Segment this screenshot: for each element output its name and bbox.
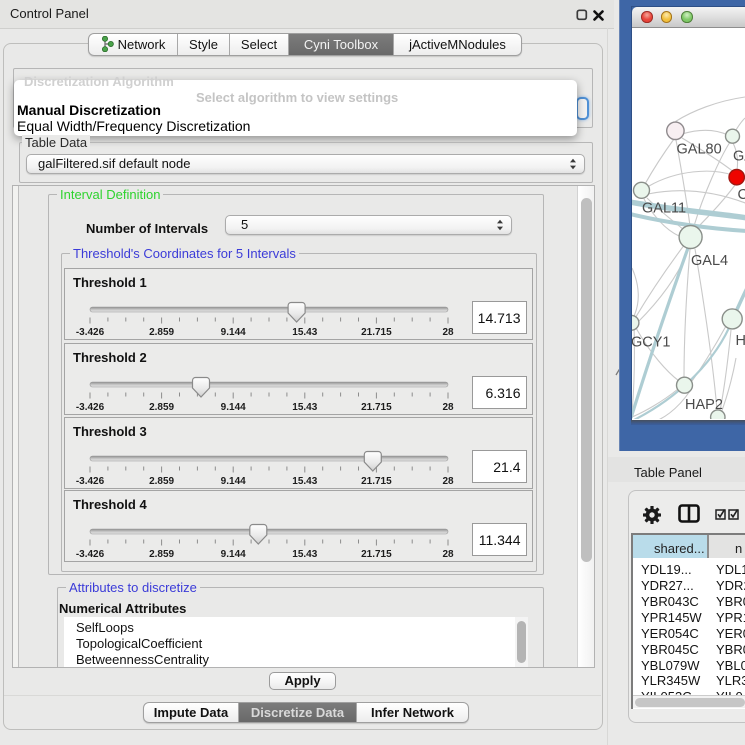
svg-text:15.43: 15.43 [292,549,317,560]
svg-text:C: C [738,187,745,203]
svg-text:21.715: 21.715 [361,549,392,560]
svg-text:21.715: 21.715 [361,327,392,338]
svg-text:21.715: 21.715 [361,476,392,487]
svg-text:H: H [736,333,745,349]
svg-text:GAL4: GAL4 [691,253,728,269]
svg-text:GAL11: GAL11 [642,201,686,217]
svg-text:GAL80: GAL80 [677,142,722,158]
svg-text:-3.426: -3.426 [76,476,105,487]
svg-text:HAP2: HAP2 [685,397,723,413]
svg-text:2.859: 2.859 [149,476,174,487]
svg-text:28: 28 [442,476,454,487]
svg-text:2.859: 2.859 [149,402,174,413]
svg-text:GCY1: GCY1 [632,335,671,351]
svg-text:15.43: 15.43 [292,476,317,487]
svg-text:15.43: 15.43 [292,327,317,338]
svg-text:28: 28 [442,327,454,338]
svg-text:2.859: 2.859 [149,549,174,560]
svg-text:-3.426: -3.426 [76,327,105,338]
svg-text:-3.426: -3.426 [76,549,105,560]
svg-text:9.144: 9.144 [221,549,246,560]
svg-text:9.144: 9.144 [221,402,246,413]
svg-text:9.144: 9.144 [221,327,246,338]
svg-text:GA: GA [733,149,745,165]
svg-text:9.144: 9.144 [221,476,246,487]
svg-text:15.43: 15.43 [292,402,317,413]
svg-text:-3.426: -3.426 [76,402,105,413]
svg-text:21.715: 21.715 [361,402,392,413]
svg-text:28: 28 [442,402,454,413]
svg-text:28: 28 [442,549,454,560]
svg-text:2.859: 2.859 [149,327,174,338]
